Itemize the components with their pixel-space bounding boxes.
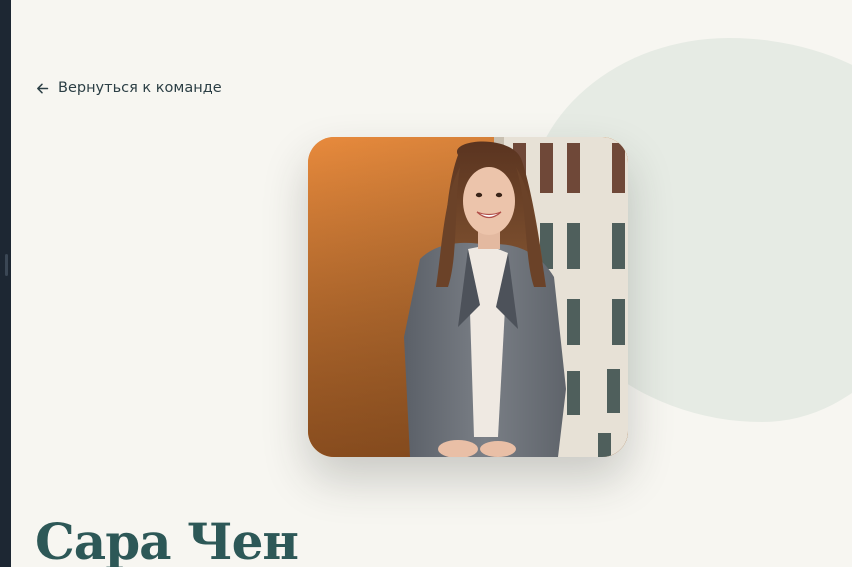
arrow-left-icon	[36, 82, 49, 95]
profile-photo	[308, 137, 628, 457]
team-member-page: Вернуться к команде Сара Чен	[11, 0, 852, 567]
window-edge-rail	[0, 0, 11, 567]
back-to-team-link[interactable]: Вернуться к команде	[36, 80, 222, 96]
resize-handle[interactable]	[5, 254, 8, 276]
member-name: Сара Чен	[35, 512, 299, 567]
back-link-label: Вернуться к команде	[58, 80, 222, 96]
